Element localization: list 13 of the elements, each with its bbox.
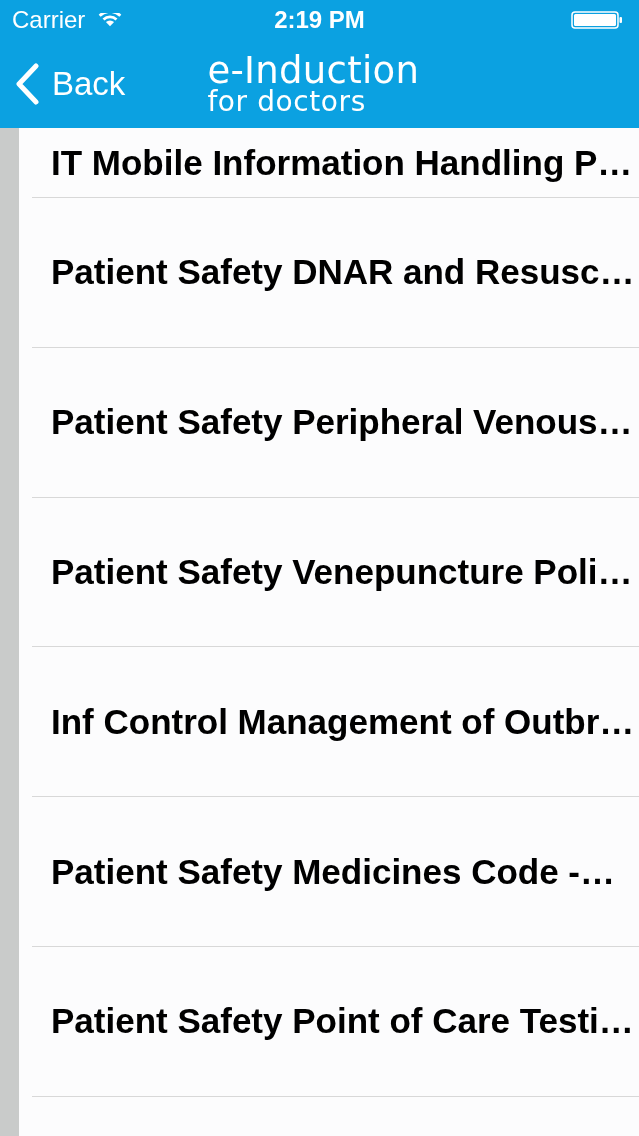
list-item[interactable]: Patient Safety Peripheral Venous…	[32, 347, 639, 498]
list-item[interactable]: Patient Safety DNAR and Resusc…	[32, 198, 639, 348]
wifi-icon	[98, 13, 123, 27]
list-item[interactable]: Inf Control Management of Outbr…	[32, 647, 639, 798]
list-item[interactable]: Patient Safety Point of Care Testi…	[32, 947, 639, 1097]
list-item[interactable]: IT Mobile Information Handling P…	[32, 128, 639, 198]
carrier-name: Carrier	[12, 6, 86, 34]
list-item[interactable]: Patient Safety Medicines Code -…	[32, 797, 639, 947]
battery-icon	[571, 11, 623, 29]
chevron-left-icon	[16, 63, 39, 105]
list-item[interactable]: Patient Safety Venepuncture Poli…	[32, 497, 639, 648]
status-time: 2:19 PM	[274, 6, 365, 34]
app-subtitle: for doctors	[207, 87, 366, 117]
